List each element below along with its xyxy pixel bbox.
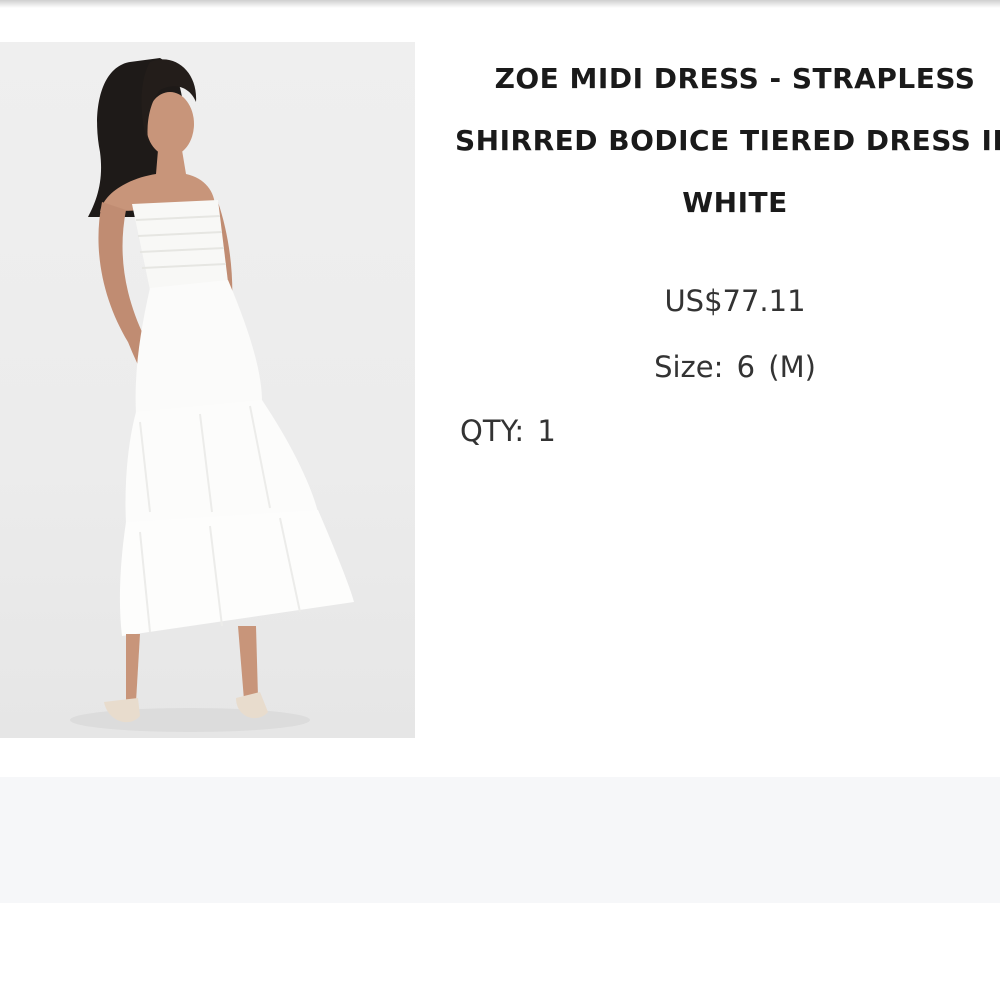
footer-band: [0, 777, 1000, 903]
qty-value: 1: [537, 414, 556, 448]
product-title-line-2: SHIRRED BODICE TIERED DRESS IN: [455, 124, 1000, 157]
product-title-line-1: ZOE MIDI DRESS - STRAPLESS: [494, 62, 976, 95]
product-price: US$77.11: [664, 284, 806, 318]
product-size: Size: 6 (M): [480, 350, 990, 384]
cart-item-card: ZOE MIDI DRESS - STRAPLESS SHIRRED BODIC…: [0, 0, 1000, 770]
size-value: 6 (M): [736, 350, 816, 384]
product-quantity: QTY: 1: [460, 414, 556, 448]
product-title[interactable]: ZOE MIDI DRESS - STRAPLESS SHIRRED BODIC…: [455, 48, 1000, 234]
dress-photo-illustration: [70, 58, 354, 732]
qty-label: QTY:: [460, 414, 525, 448]
size-label: Size:: [654, 350, 724, 384]
product-image[interactable]: [0, 42, 415, 738]
product-title-line-3: WHITE: [682, 186, 788, 219]
